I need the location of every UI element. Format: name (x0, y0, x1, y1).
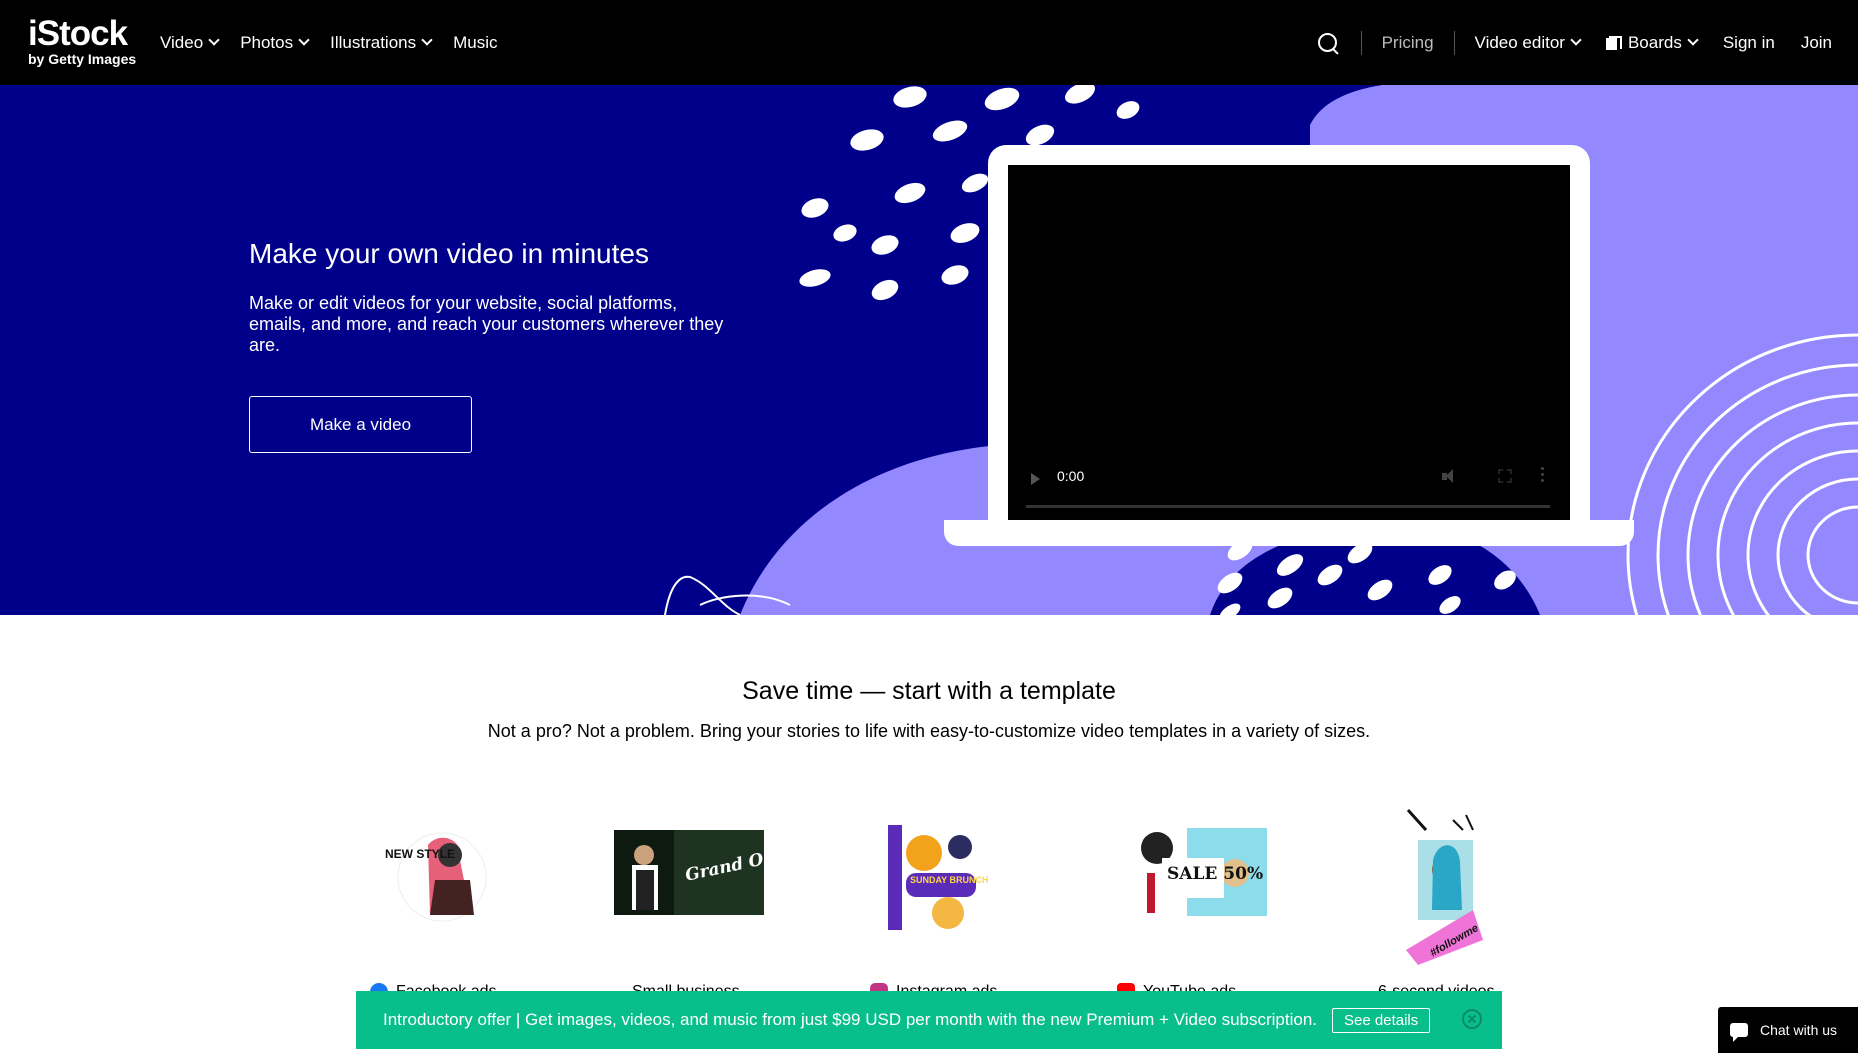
nav-divider (1453, 30, 1455, 55)
nav-video[interactable]: Video (160, 32, 220, 53)
chevron-down-icon (298, 34, 310, 46)
chat-label: Chat with us (1760, 1022, 1838, 1038)
nav-photos-label: Photos (240, 32, 294, 52)
promo-banner: Introductory offer | Get images, videos,… (356, 991, 1502, 1049)
pricing-link[interactable]: Pricing (1382, 33, 1434, 53)
fullscreen-icon[interactable] (1498, 469, 1512, 483)
template-thumb-text: SALE 50% OFF (1167, 864, 1267, 884)
template-youtube-ads[interactable]: SALE 50% OFF YouTube ads (1117, 800, 1297, 1001)
boards-label: Boards (1627, 32, 1682, 52)
video-player[interactable]: 0:00 (1008, 165, 1570, 520)
join-link[interactable]: Join (1801, 33, 1832, 53)
hero-banner: Make your own video in minutes Make or e… (0, 85, 1858, 615)
istock-logo[interactable]: iStock by Getty Images (28, 16, 143, 68)
play-icon[interactable] (1031, 473, 1040, 485)
templates-subtitle: Not a pro? Not a problem. Bring your sto… (487, 721, 1371, 741)
promo-text: Introductory offer | Get images, videos,… (383, 1010, 1318, 1029)
search-icon[interactable] (1317, 32, 1339, 54)
video-progress-bar[interactable] (1026, 505, 1550, 508)
nav-divider (1360, 30, 1362, 55)
volume-icon[interactable] (1442, 469, 1458, 485)
primary-nav: Video Photos Illustrations Music (160, 0, 520, 85)
template-thumb-text: SUNDAY BRUNCH (910, 875, 988, 885)
template-facebook-ads[interactable]: NEW STYLE Facebook ads (370, 800, 550, 1001)
chevron-down-icon (1570, 34, 1582, 46)
templates-title: Save time — start with a template (742, 677, 1116, 705)
nav-photos[interactable]: Photos (240, 32, 310, 53)
see-details-button[interactable]: See details (1332, 1007, 1431, 1033)
make-video-button[interactable]: Make a video (249, 396, 472, 453)
close-icon[interactable] (1462, 1009, 1482, 1029)
secondary-nav: Pricing Video editor Boards Sign in Join (1317, 0, 1832, 85)
logo-subtitle: by Getty Images (28, 51, 137, 67)
hero-description: Make or edit videos for your website, so… (249, 293, 724, 355)
template-small-business[interactable]: Grand Opening Small business (614, 800, 794, 1000)
nav-video-editor[interactable]: Video editor (1474, 32, 1582, 53)
template-thumbnail: SALE 50% OFF (1117, 828, 1267, 918)
template-thumbnail: #followme (1398, 800, 1488, 965)
template-thumbnail: Grand Opening (614, 830, 764, 915)
nav-music[interactable]: Music (453, 33, 497, 53)
chevron-down-icon (421, 34, 433, 46)
more-options-icon[interactable] (1541, 467, 1545, 485)
chat-bubble-icon (1730, 1023, 1748, 1042)
nav-boards[interactable]: Boards (1605, 32, 1699, 53)
sign-in-link[interactable]: Sign in (1723, 33, 1775, 53)
logo-wordmark: iStock (28, 14, 128, 53)
template-6-second-videos[interactable]: #followme 6-second videos (1378, 800, 1558, 1000)
nav-illustrations-label: Illustrations (330, 32, 417, 52)
top-navigation: iStock by Getty Images Video Photos Illu… (0, 0, 1858, 85)
nav-music-label: Music (453, 32, 498, 52)
template-thumb-text: NEW STYLE (385, 847, 455, 861)
template-thumbnail: NEW STYLE (385, 832, 487, 922)
laptop-base (944, 520, 1634, 546)
template-thumbnail: SUNDAY BRUNCH (888, 825, 988, 930)
video-timestamp: 0:00 (1057, 468, 1085, 484)
template-instagram-ads[interactable]: SUNDAY BRUNCH Instagram ads (870, 800, 1050, 1001)
nav-video-label: Video (160, 32, 204, 52)
hero-title: Make your own video in minutes (249, 238, 649, 269)
boards-icon (1605, 35, 1622, 50)
video-editor-label: Video editor (1474, 32, 1565, 52)
nav-illustrations[interactable]: Illustrations (330, 32, 433, 53)
chat-with-us-button[interactable]: Chat with us (1718, 1007, 1858, 1053)
chevron-down-icon (208, 34, 220, 46)
chevron-down-icon (1687, 34, 1699, 46)
